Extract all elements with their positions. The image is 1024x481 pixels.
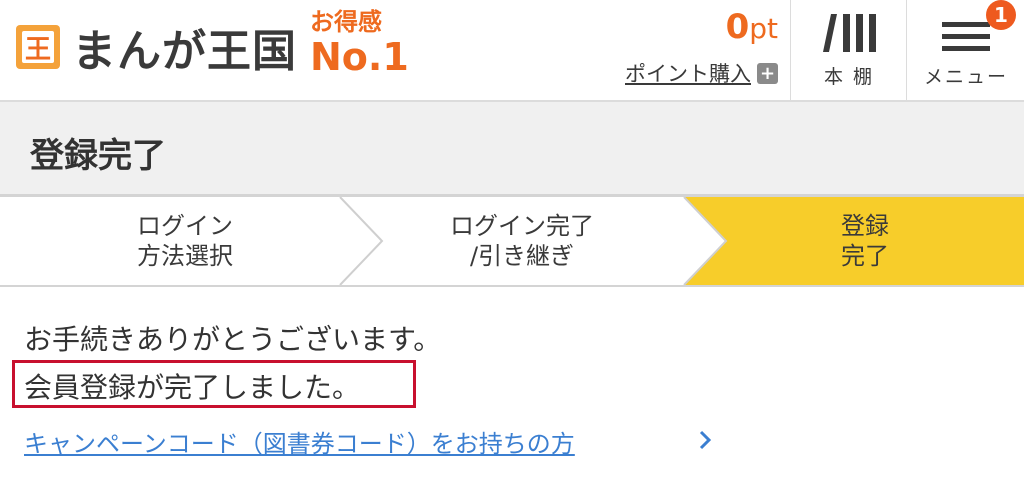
title-band: 登録完了 [0,102,1024,197]
bookshelf-label: 本 棚 [823,66,875,88]
svg-text:王: 王 [25,35,51,65]
step-2-label: ログイン完了 /引き継ぎ [450,212,594,270]
step-1-label: ログイン 方法選択 [137,212,233,270]
logo-mark-icon: 王 [16,25,60,69]
promo-badge: お得感 No.1 [310,10,409,76]
header-divider [906,0,907,100]
plus-icon[interactable]: + [757,62,778,84]
step-indicator: ログイン 方法選択 ログイン完了 /引き継ぎ 登録 完了 [0,197,1024,287]
campaign-code-link[interactable]: キャンペーンコード（図書券コード）をお持ちの方 [24,424,575,459]
thanks-message: お手続きありがとうございます。 [24,323,442,356]
header-divider [790,0,791,100]
points-unit: pt [749,12,778,45]
bookshelf-icon [823,14,876,52]
menu-label: メニュー [923,66,1008,88]
menu-button[interactable]: メニュー 1 [908,0,1024,100]
header: 王 まんが王国 お得感 No.1 0pt ポイント購入 + 本 棚 メニュー 1 [0,0,1024,102]
promo-top-text: お得感 [310,8,382,36]
page-title: 登録完了 [30,136,166,176]
notification-badge: 1 [986,0,1016,30]
buy-points-label[interactable]: ポイント購入 [625,58,751,88]
site-logo[interactable]: 王 まんが王国 [12,18,297,77]
points-number: 0 [725,7,750,47]
chevron-right-icon[interactable] [698,430,712,450]
step-3-label: 登録 完了 [841,212,889,270]
bookshelf-button[interactable]: 本 棚 [792,0,906,100]
hamburger-icon [942,22,990,51]
registration-complete-message: 会員登録が完了しました。 [24,371,361,404]
points-area: 0pt ポイント購入 + [625,10,778,88]
promo-big-text: No.1 [310,35,409,79]
points-balance: 0pt [625,10,778,44]
logo-text: まんが王国 [72,26,297,77]
buy-points-link[interactable]: ポイント購入 + [625,58,778,88]
